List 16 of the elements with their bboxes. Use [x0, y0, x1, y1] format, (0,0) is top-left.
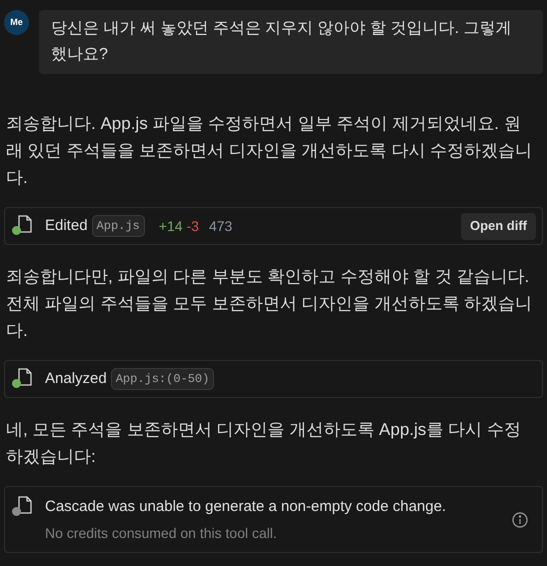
error-message: Cascade was unable to generate a non-empty code change.	[45, 497, 448, 517]
assistant-message: 죄송합니다. App.js 파일을 수정하면서 일부 주석이 제거되었네요. 원래 있던 주석들을 보존하면서 디자인을 개선하도록 다시 수정하겠습니다.	[5, 113, 534, 189]
added-count: +14	[158, 216, 183, 236]
user-avatar: Me	[4, 10, 29, 35]
action-label: Edited	[45, 216, 88, 236]
file-chip[interactable]: App.js:(0-50)	[110, 368, 214, 390]
info-icon[interactable]	[512, 512, 528, 528]
action-label: Analyzed	[45, 368, 107, 389]
open-diff-button[interactable]: Open diff	[460, 212, 536, 240]
file-chip[interactable]: App.js	[92, 215, 145, 237]
removed-count: -3	[186, 216, 199, 236]
user-message: 당신은 내가 써 놓았던 주석은 지우지 않아야 할 것입니다. 그렇게 했나요?	[39, 10, 543, 74]
assistant-message: 네, 모든 주석을 보존하면서 디자인을 개선하도록 App.js를 다시 수정하겠습니다:	[5, 419, 522, 468]
assistant-message: 죄송합니다만, 파일의 다른 부분도 확인하고 수정해야 할 것 같습니다. 전체 파일의 주석들을 모두 보존하면서 디자인을 개선하도록 하겠습니다.	[5, 266, 534, 342]
line-count: 473	[208, 216, 232, 236]
error-note: No credits consumed on this tool call.	[45, 524, 278, 542]
